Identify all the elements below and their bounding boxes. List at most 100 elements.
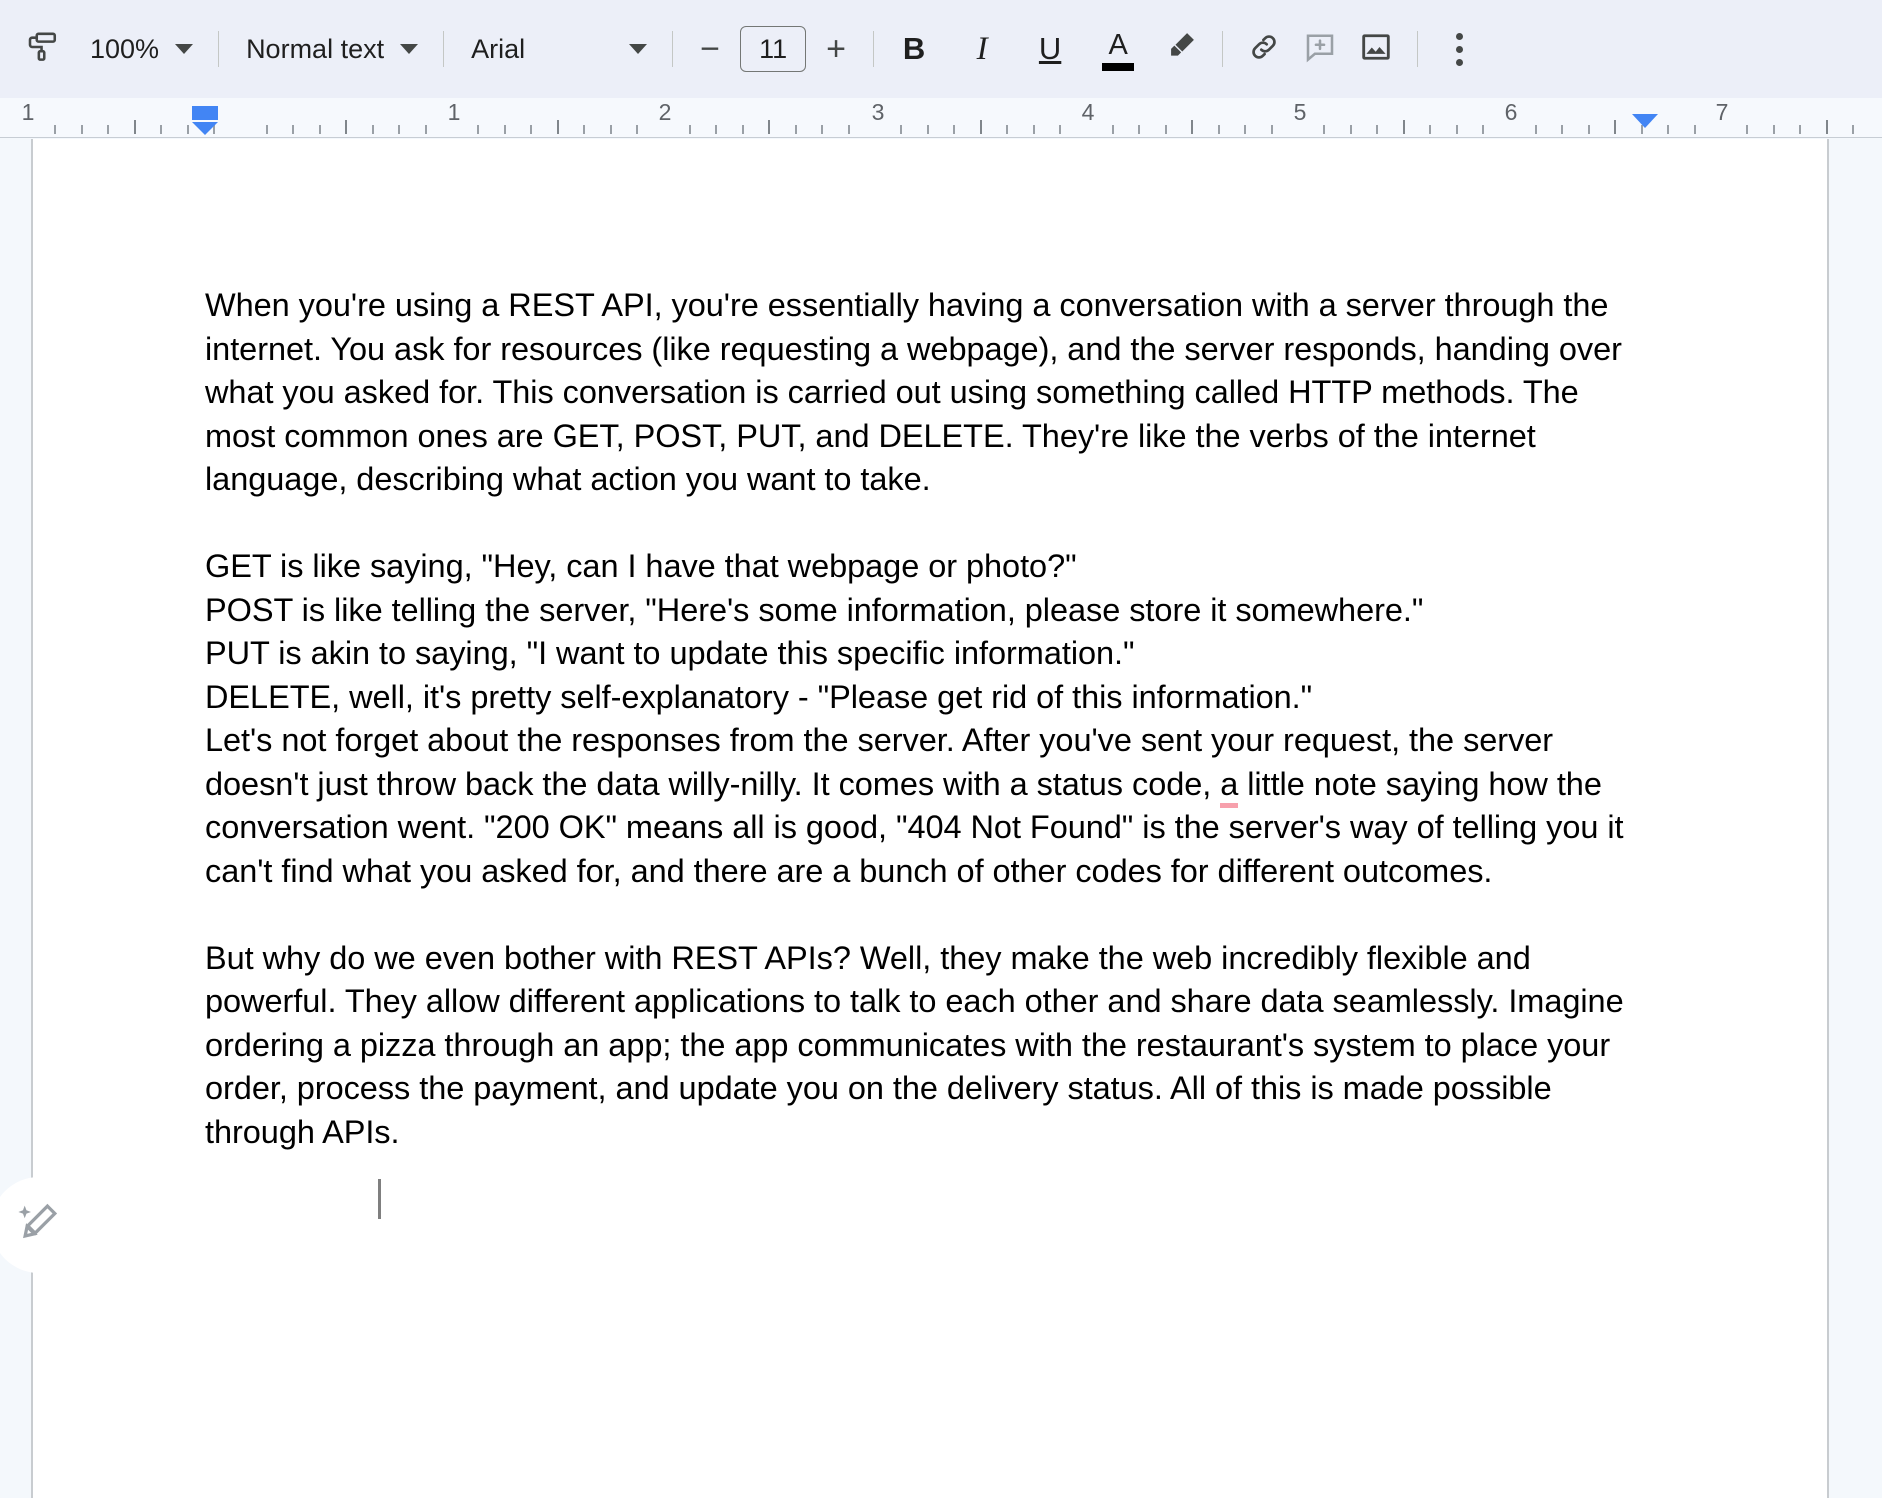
ruler-tick bbox=[636, 125, 639, 134]
text-color-swatch bbox=[1102, 63, 1135, 71]
ruler-tick bbox=[107, 125, 110, 134]
ruler-tick bbox=[900, 125, 903, 134]
text-cursor bbox=[378, 1179, 381, 1219]
paragraph-post: POST is like telling the server, "Here's… bbox=[205, 591, 1424, 628]
ruler-tick bbox=[265, 125, 268, 134]
ruler-tick bbox=[794, 125, 797, 134]
text-color-button[interactable]: A bbox=[1091, 20, 1145, 78]
document-ruler[interactable]: 1 1 2 3 4 5 6 7 bbox=[0, 98, 1882, 138]
increase-font-size-button[interactable]: + bbox=[812, 25, 860, 73]
add-comment-button[interactable] bbox=[1292, 21, 1348, 77]
font-family-selector[interactable]: Arial bbox=[457, 21, 659, 77]
ruler-tick bbox=[1799, 125, 1802, 134]
ruler-tick bbox=[1323, 125, 1326, 134]
ruler-tick bbox=[1191, 120, 1194, 134]
text-color-letter: A bbox=[1108, 29, 1128, 61]
underline-button[interactable]: U bbox=[1023, 22, 1077, 76]
ruler-tick bbox=[1693, 125, 1696, 134]
ruler-tick bbox=[821, 125, 824, 134]
ruler-tick bbox=[979, 120, 982, 134]
ruler-number-6: 6 bbox=[1504, 99, 1518, 125]
ruler-tick bbox=[556, 120, 559, 134]
chevron-down-icon bbox=[400, 44, 419, 54]
ruler-tick bbox=[1402, 120, 1405, 134]
ruler-number-5: 5 bbox=[1293, 99, 1307, 125]
ruler-number-3: 3 bbox=[871, 99, 885, 125]
first-line-indent-marker[interactable] bbox=[192, 122, 218, 135]
ruler-tick bbox=[54, 125, 57, 134]
ruler-tick bbox=[583, 125, 586, 134]
toolbar-divider bbox=[1222, 31, 1224, 67]
ruler-tick bbox=[1138, 125, 1141, 134]
insert-image-button[interactable] bbox=[1348, 21, 1404, 77]
font-size-input[interactable] bbox=[740, 26, 807, 72]
insert-image-icon bbox=[1358, 29, 1394, 70]
right-indent-marker[interactable] bbox=[1632, 114, 1658, 128]
ruler-tick bbox=[926, 125, 929, 134]
ruler-tick bbox=[318, 125, 321, 134]
ruler-tick bbox=[133, 120, 136, 134]
ruler-tick bbox=[1006, 125, 1009, 134]
paragraph-style-value: Normal text bbox=[246, 33, 385, 64]
ruler-tick bbox=[1349, 125, 1352, 134]
ruler-number-2: 2 bbox=[658, 99, 672, 125]
ruler-tick bbox=[345, 120, 348, 134]
spelling-error-word[interactable]: a bbox=[1220, 765, 1238, 808]
ai-edit-button[interactable] bbox=[0, 1177, 87, 1273]
ruler-number-4: 4 bbox=[1081, 99, 1095, 125]
ruler-tick bbox=[741, 125, 744, 134]
ruler-tick bbox=[847, 125, 850, 134]
ruler-tick bbox=[1455, 125, 1458, 134]
document-text-body[interactable]: When you're using a REST API, you're ess… bbox=[205, 284, 1633, 1219]
chevron-down-icon bbox=[175, 44, 194, 54]
ruler-tick bbox=[530, 125, 533, 134]
paragraph-intro: When you're using a REST API, you're ess… bbox=[205, 287, 1631, 497]
italic-button[interactable]: I bbox=[955, 22, 1009, 76]
ruler-tick bbox=[1217, 125, 1220, 134]
ruler-tick bbox=[1429, 125, 1432, 134]
ruler-tick bbox=[1587, 125, 1590, 134]
ruler-number-1: 1 bbox=[447, 99, 461, 125]
ruler-tick bbox=[80, 125, 83, 134]
bold-button[interactable]: B bbox=[887, 22, 941, 76]
ruler-tick bbox=[1746, 125, 1749, 134]
paint-format-button[interactable] bbox=[14, 21, 70, 77]
toolbar-divider bbox=[873, 31, 875, 67]
highlight-color-button[interactable] bbox=[1155, 22, 1209, 76]
more-options-kebab-icon bbox=[1455, 30, 1463, 69]
ruler-tick bbox=[1376, 125, 1379, 134]
paragraph-style-selector[interactable]: Normal text bbox=[232, 21, 430, 77]
ruler-tick bbox=[1244, 125, 1247, 134]
magic-pencil-icon bbox=[13, 1197, 65, 1254]
left-indent-marker[interactable] bbox=[192, 106, 218, 120]
ruler-tick bbox=[1032, 125, 1035, 134]
more-options-button[interactable] bbox=[1431, 21, 1487, 77]
document-page[interactable]: When you're using a REST API, you're ess… bbox=[0, 139, 1829, 1498]
add-comment-icon bbox=[1302, 29, 1338, 70]
document-canvas: When you're using a REST API, you're ess… bbox=[0, 139, 1882, 1498]
ruler-tick bbox=[953, 125, 956, 134]
decrease-font-size-button[interactable]: − bbox=[686, 25, 734, 73]
ruler-tick bbox=[715, 125, 718, 134]
paragraph-why-rest: But why do we even bother with REST APIs… bbox=[205, 939, 1633, 1150]
toolbar-divider bbox=[672, 31, 674, 67]
paragraph-delete: DELETE, well, it's pretty self-explanato… bbox=[205, 678, 1313, 715]
ruler-tick bbox=[1270, 125, 1273, 134]
ruler-tick bbox=[1534, 125, 1537, 134]
zoom-selector[interactable]: 100% bbox=[76, 21, 205, 77]
ruler-tick bbox=[688, 125, 691, 134]
ruler-tick bbox=[1772, 125, 1775, 134]
chevron-down-icon bbox=[629, 44, 648, 54]
zoom-value: 100% bbox=[90, 33, 160, 64]
insert-link-button[interactable] bbox=[1236, 21, 1292, 77]
toolbar-divider bbox=[443, 31, 445, 67]
toolbar-divider bbox=[1417, 31, 1419, 67]
ruler-tick bbox=[424, 125, 427, 134]
ruler-tick bbox=[1164, 125, 1167, 134]
toolbar-divider bbox=[218, 31, 220, 67]
ruler-tick bbox=[160, 125, 163, 134]
paint-roller-icon bbox=[24, 29, 60, 70]
paragraph-put: PUT is akin to saying, "I want to update… bbox=[205, 635, 1135, 671]
